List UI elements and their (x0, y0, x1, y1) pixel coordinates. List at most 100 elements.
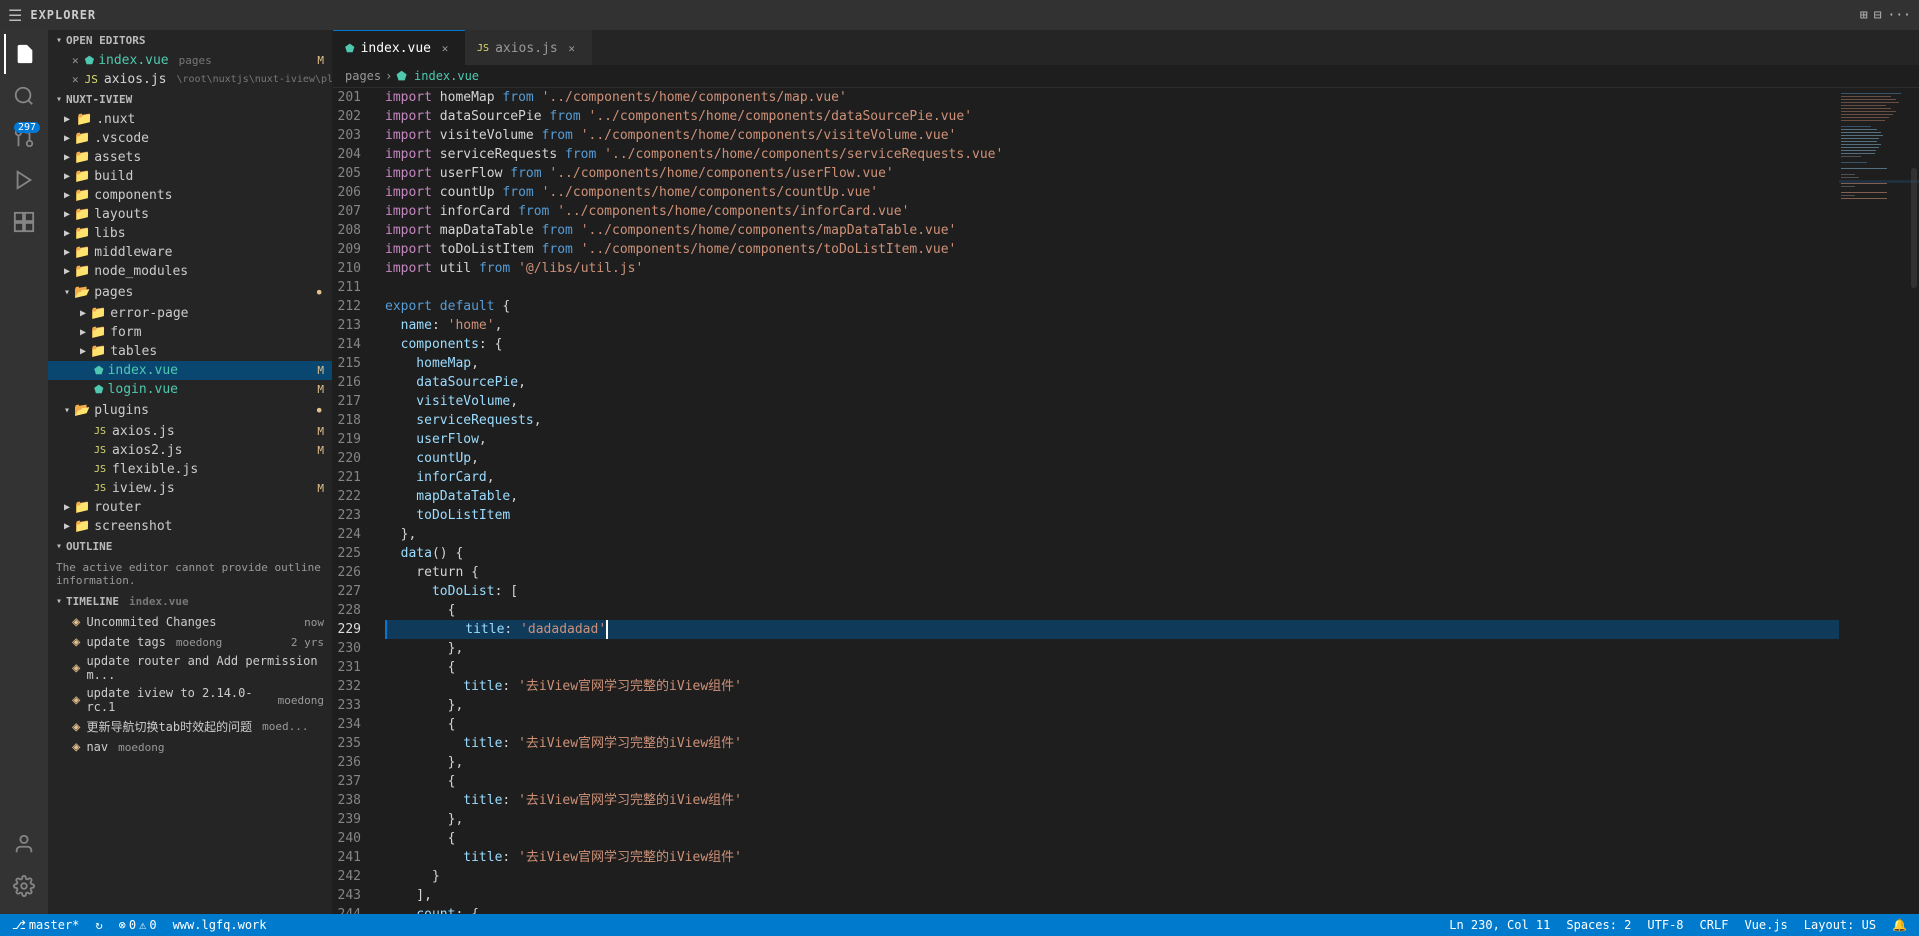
status-bell[interactable]: 🔔 (1888, 918, 1911, 932)
file-axios-js[interactable]: JS axios.js M (48, 422, 332, 441)
tab-close-index[interactable]: ✕ (437, 40, 453, 56)
code-line[interactable]: { (385, 772, 1839, 791)
code-line[interactable]: toDoListItem (385, 506, 1839, 525)
folder-nuxt[interactable]: ▶ 📁 .nuxt (48, 110, 332, 129)
code-line[interactable]: userFlow, (385, 430, 1839, 449)
activity-debug[interactable] (4, 160, 44, 200)
open-editor-axios-js[interactable]: ✕ JS axios.js \root\nuxtjs\nuxt-iview\pl… (48, 70, 332, 89)
file-login-vue[interactable]: ⬟ login.vue M (48, 380, 332, 399)
activity-account[interactable] (4, 824, 44, 864)
code-line[interactable]: }, (385, 696, 1839, 715)
folder-vscode[interactable]: ▶ 📁 .vscode (48, 129, 332, 148)
folder-components[interactable]: ▶ 📁 components (48, 186, 332, 205)
code-line[interactable]: title: '去iView官网学习完整的iView组件' (385, 848, 1839, 867)
timeline-entry-1[interactable]: ◈ Uncommited Changes now (48, 612, 332, 632)
folder-pages[interactable]: ▾ 📂 pages • (48, 281, 332, 304)
code-line[interactable]: import homeMap from '../components/home/… (385, 88, 1839, 107)
code-line[interactable]: import userFlow from '../components/home… (385, 164, 1839, 183)
code-line[interactable]: toDoList: [ (385, 582, 1839, 601)
code-line[interactable]: ], (385, 886, 1839, 905)
code-line[interactable]: dataSourcePie, (385, 373, 1839, 392)
code-line[interactable]: serviceRequests, (385, 411, 1839, 430)
code-line[interactable]: return { (385, 563, 1839, 582)
code-line[interactable]: data() { (385, 544, 1839, 563)
status-sync[interactable]: ↻ (91, 918, 106, 932)
folder-error-page[interactable]: ▶ 📁 error-page (48, 304, 332, 323)
file-axios2-js[interactable]: JS axios2.js M (48, 441, 332, 460)
activity-settings[interactable] (4, 866, 44, 906)
folder-screenshot[interactable]: ▶ 📁 screenshot (48, 517, 332, 536)
folder-node-modules[interactable]: ▶ 📁 node_modules (48, 262, 332, 281)
code-line[interactable]: count: { (385, 905, 1839, 914)
close-icon-2[interactable]: ✕ (72, 73, 79, 86)
timeline-entry-4[interactable]: ◈ update iview to 2.14.0-rc.1 moedong (48, 684, 332, 716)
breadcrumb-pages[interactable]: pages (345, 69, 381, 83)
folder-router[interactable]: ▶ 📁 router (48, 498, 332, 517)
timeline-header[interactable]: ▾ TIMELINE index.vue (48, 591, 332, 612)
status-language[interactable]: Vue.js (1740, 918, 1791, 932)
status-errors[interactable]: ⊗ 0 ⚠ 0 (115, 918, 161, 932)
code-line[interactable]: homeMap, (385, 354, 1839, 373)
activity-source-control[interactable]: 297 (4, 118, 44, 158)
folder-assets[interactable]: ▶ 📁 assets (48, 148, 332, 167)
folder-plugins[interactable]: ▾ 📂 plugins • (48, 399, 332, 422)
activity-files[interactable] (4, 34, 44, 74)
tab-close-axios[interactable]: ✕ (564, 40, 580, 56)
code-line[interactable]: title: '去iView官网学习完整的iView组件' (385, 677, 1839, 696)
status-position[interactable]: Ln 230, Col 11 (1445, 918, 1554, 932)
code-line[interactable]: title: 'dadadadad' (385, 620, 1839, 639)
code-line[interactable]: }, (385, 525, 1839, 544)
open-editor-index-vue[interactable]: ✕ ⬟ index.vue pages M (48, 51, 332, 70)
nuxt-iview-header[interactable]: ▾ NUXT-IVIEW (48, 89, 332, 110)
folder-form[interactable]: ▶ 📁 form (48, 323, 332, 342)
activity-search[interactable] (4, 76, 44, 116)
open-editors-header[interactable]: ▾ OPEN EDITORS (48, 30, 332, 51)
code-line[interactable]: import mapDataTable from '../components/… (385, 221, 1839, 240)
code-line[interactable]: import toDoListItem from '../components/… (385, 240, 1839, 259)
layout-icon[interactable]: ⊞ (1860, 8, 1868, 23)
file-index-vue[interactable]: ⬟ index.vue M (48, 361, 332, 380)
code-line[interactable]: { (385, 601, 1839, 620)
code-line[interactable]: { (385, 658, 1839, 677)
code-line[interactable]: import countUp from '../components/home/… (385, 183, 1839, 202)
code-line[interactable]: inforCard, (385, 468, 1839, 487)
code-line[interactable]: { (385, 715, 1839, 734)
timeline-entry-6[interactable]: ◈ nav moedong (48, 737, 332, 757)
code-line[interactable]: export default { (385, 297, 1839, 316)
code-line[interactable] (385, 278, 1839, 297)
timeline-entry-2[interactable]: ◈ update tags moedong 2 yrs (48, 632, 332, 652)
code-line[interactable]: components: { (385, 335, 1839, 354)
file-flexible-js[interactable]: JS flexible.js (48, 460, 332, 479)
code-line[interactable]: countUp, (385, 449, 1839, 468)
folder-tables[interactable]: ▶ 📁 tables (48, 342, 332, 361)
timeline-entry-5[interactable]: ◈ 更新导航切换tab时效起的问题 moed... (48, 716, 332, 737)
tab-index-vue[interactable]: ⬟ index.vue ✕ (333, 30, 465, 65)
breadcrumb-file[interactable]: ⬟ index.vue (396, 69, 479, 83)
code-line[interactable]: }, (385, 753, 1839, 772)
code-line[interactable]: visiteVolume, (385, 392, 1839, 411)
status-line-ending[interactable]: CRLF (1696, 918, 1733, 932)
code-line[interactable]: import inforCard from '../components/hom… (385, 202, 1839, 221)
status-spaces[interactable]: Spaces: 2 (1562, 918, 1635, 932)
status-website[interactable]: www.lgfq.work (169, 918, 271, 932)
folder-layouts[interactable]: ▶ 📁 layouts (48, 205, 332, 224)
folder-middleware[interactable]: ▶ 📁 middleware (48, 243, 332, 262)
split-icon[interactable]: ⊟ (1874, 8, 1882, 23)
code-line[interactable]: import util from '@/libs/util.js' (385, 259, 1839, 278)
close-icon[interactable]: ✕ (72, 54, 79, 67)
code-content[interactable]: import homeMap from '../components/home/… (381, 88, 1839, 914)
timeline-entry-3[interactable]: ◈ update router and Add permission m... (48, 652, 332, 684)
code-line[interactable]: title: '去iView官网学习完整的iView组件' (385, 791, 1839, 810)
code-line[interactable]: import dataSourcePie from '../components… (385, 107, 1839, 126)
code-line[interactable]: }, (385, 810, 1839, 829)
status-branch[interactable]: ⎇ master* (8, 918, 83, 932)
tab-axios-js[interactable]: JS axios.js ✕ (465, 30, 592, 65)
code-line[interactable]: } (385, 867, 1839, 886)
code-line[interactable]: { (385, 829, 1839, 848)
status-encoding[interactable]: UTF-8 (1643, 918, 1687, 932)
more-icon[interactable]: ··· (1888, 8, 1911, 23)
folder-build[interactable]: ▶ 📁 build (48, 167, 332, 186)
menu-icon[interactable]: ☰ (8, 6, 22, 25)
code-line[interactable]: import visiteVolume from '../components/… (385, 126, 1839, 145)
status-layout[interactable]: Layout: US (1800, 918, 1880, 932)
